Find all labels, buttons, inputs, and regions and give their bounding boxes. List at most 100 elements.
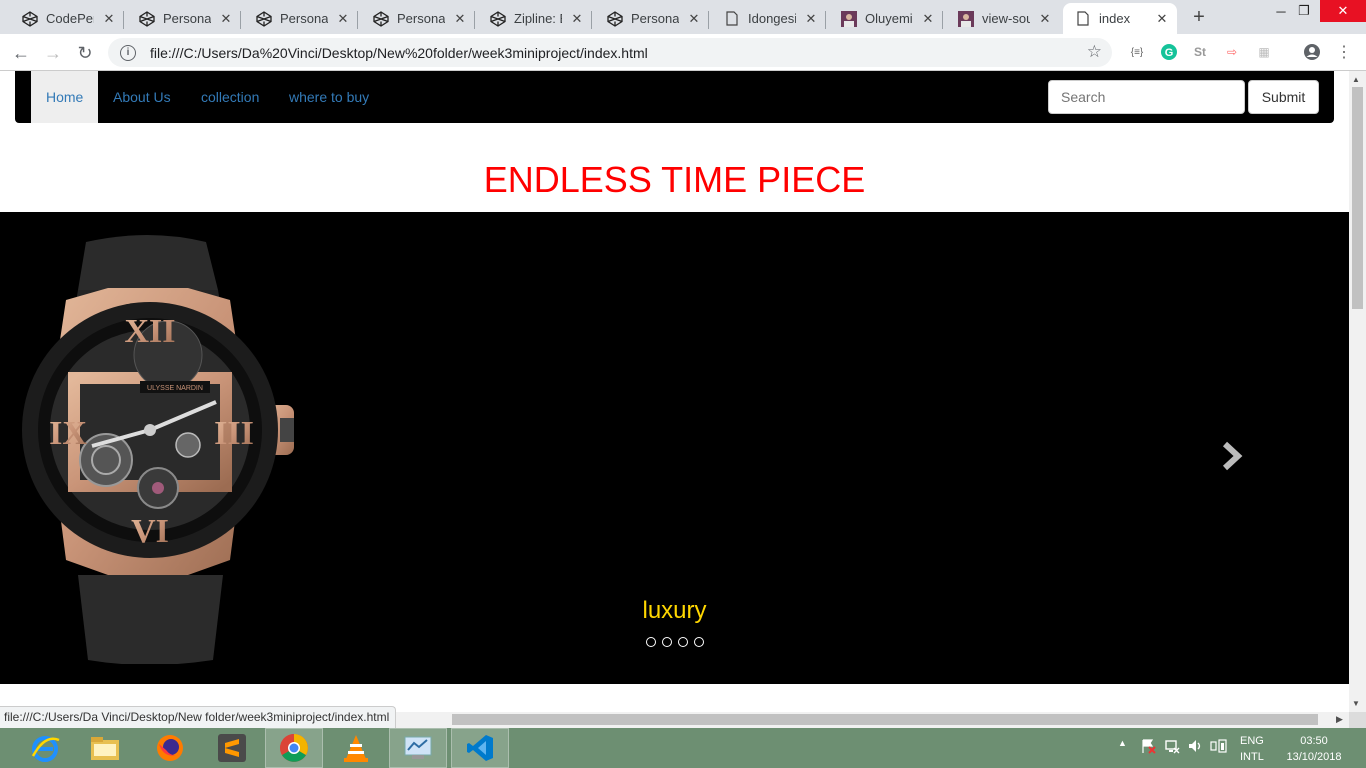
tab-codepen[interactable]: CodePen ✕	[10, 3, 124, 34]
system-clock[interactable]: 03:50 13/10/2018	[1282, 733, 1346, 765]
svg-text:IX: IX	[49, 415, 87, 452]
watch-brand: ULYSSE NARDIN	[147, 385, 203, 392]
tab-title: Personal P	[280, 11, 328, 26]
close-icon[interactable]: ✕	[1155, 11, 1169, 27]
scroll-corner	[1349, 712, 1366, 728]
nav-home[interactable]: Home	[31, 71, 99, 123]
tab-title: Personal P	[163, 11, 211, 26]
avatar-icon	[958, 10, 974, 27]
tab-title: Oluyemi -	[865, 11, 913, 26]
codepen-icon	[607, 10, 623, 27]
browser-toolbar: ← → ↻ i file:///C:/Users/Da%20Vinci/Desk…	[0, 34, 1366, 71]
show-hidden-icons[interactable]: ▲	[1118, 738, 1127, 748]
close-icon[interactable]: ✕	[102, 11, 116, 27]
close-icon[interactable]: ✕	[336, 11, 350, 27]
tab-oluyemi[interactable]: Oluyemi - ✕	[829, 3, 943, 34]
grammarly-icon[interactable]: G	[1159, 42, 1179, 62]
nav-where-to-buy[interactable]: where to buy	[274, 71, 384, 123]
page-viewport: Home About Us collection where to buy Su…	[0, 71, 1349, 712]
tab-view-source[interactable]: view-sour ✕	[946, 3, 1060, 34]
site-navbar: Home About Us collection where to buy Su…	[15, 71, 1334, 123]
indicator-dot-2[interactable]	[662, 637, 672, 647]
codepen-icon	[22, 10, 38, 27]
vertical-scrollbar[interactable]: ▲ ▼	[1349, 71, 1366, 712]
codepen-icon	[256, 10, 272, 27]
tab-personal-4[interactable]: Personal P ✕	[595, 3, 709, 34]
tab-idongesit[interactable]: Idongesit ✕	[712, 3, 826, 34]
carousel-indicators	[646, 637, 704, 647]
carousel: ULYSSE NARDIN XII VI IX III luxury	[0, 212, 1349, 684]
bookmark-star-icon[interactable]: ☆	[1087, 42, 1102, 62]
control-panel-icon[interactable]	[389, 728, 447, 768]
stylish-icon[interactable]: St	[1190, 42, 1210, 62]
tab-personal-2[interactable]: Personal P ✕	[244, 3, 358, 34]
indicator-dot-1[interactable]	[646, 637, 656, 647]
svg-text:III: III	[214, 415, 254, 452]
page-title: ENDLESS TIME PIECE	[483, 159, 866, 200]
tab-zipline[interactable]: Zipline: Bu ✕	[478, 3, 592, 34]
submit-button[interactable]: Submit	[1248, 80, 1319, 114]
firefox-icon[interactable]	[141, 728, 199, 768]
extension-icon[interactable]: ▦	[1254, 42, 1274, 62]
document-icon	[724, 11, 740, 27]
clock-time: 03:50	[1300, 735, 1328, 747]
vscode-icon[interactable]	[451, 728, 509, 768]
reload-button[interactable]: ↻	[72, 40, 98, 66]
status-bar-url: file:///C:/Users/Da Vinci/Desktop/New fo…	[0, 706, 397, 728]
close-icon[interactable]: ✕	[570, 11, 584, 27]
windows-taskbar: ▲ ENG INTL 03:50 13/10/2018	[0, 728, 1366, 768]
close-icon[interactable]: ✕	[453, 11, 467, 27]
clock-date: 13/10/2018	[1286, 751, 1342, 763]
nav-about-us[interactable]: About Us	[98, 71, 186, 123]
tab-personal-1[interactable]: Personal P ✕	[127, 3, 241, 34]
file-explorer-icon[interactable]	[76, 728, 134, 768]
chrome-icon[interactable]	[265, 728, 323, 768]
cast-extension-icon[interactable]: ⇨	[1222, 42, 1242, 62]
avatar-icon	[841, 10, 857, 27]
account-icon[interactable]	[1302, 42, 1322, 62]
codepen-icon	[139, 10, 155, 27]
volume-icon[interactable]	[1187, 738, 1203, 757]
language-indicator[interactable]: ENG INTL	[1240, 733, 1264, 765]
json-viewer-icon[interactable]: {≡}	[1127, 42, 1147, 62]
svg-text:XII: XII	[124, 313, 175, 350]
close-window-button[interactable]: ✕	[1320, 0, 1366, 22]
close-icon[interactable]: ✕	[1038, 11, 1052, 27]
search-input[interactable]	[1048, 80, 1245, 114]
close-icon[interactable]: ✕	[687, 11, 701, 27]
forward-button[interactable]: →	[40, 40, 66, 66]
tab-title: view-sour	[982, 11, 1030, 26]
nav-collection[interactable]: collection	[186, 71, 274, 123]
back-button[interactable]: ←	[8, 40, 34, 66]
new-tab-button[interactable]: +	[1188, 6, 1210, 29]
scroll-down-icon[interactable]: ▼	[1352, 699, 1360, 708]
battery-icon[interactable]	[1210, 738, 1228, 757]
address-bar[interactable]: i file:///C:/Users/Da%20Vinci/Desktop/Ne…	[108, 38, 1112, 67]
scroll-up-icon[interactable]: ▲	[1352, 75, 1360, 84]
info-icon[interactable]: i	[120, 44, 136, 61]
scrollbar-thumb[interactable]	[1352, 87, 1363, 309]
indicator-dot-3[interactable]	[678, 637, 688, 647]
internet-explorer-icon[interactable]	[16, 728, 74, 768]
scrollbar-thumb[interactable]	[452, 714, 1318, 725]
close-icon[interactable]: ✕	[921, 11, 935, 27]
address-url[interactable]: file:///C:/Users/Da%20Vinci/Desktop/New%…	[150, 45, 648, 61]
action-center-flag-icon[interactable]	[1140, 738, 1156, 757]
vlc-icon[interactable]	[327, 728, 385, 768]
menu-kebab-icon[interactable]: ⋮	[1334, 42, 1354, 62]
svg-text:G: G	[1165, 47, 1174, 59]
indicator-dot-4[interactable]	[694, 637, 704, 647]
keyboard-layout: INTL	[1240, 751, 1264, 763]
tab-title: Personal P	[631, 11, 679, 26]
tab-personal-3[interactable]: Personal P ✕	[361, 3, 475, 34]
tab-index-active[interactable]: index ✕	[1063, 3, 1177, 34]
tab-title: CodePen	[46, 11, 94, 26]
chevron-right-icon[interactable]	[1219, 441, 1245, 471]
tab-title: Idongesit	[748, 11, 796, 26]
close-icon[interactable]: ✕	[804, 11, 818, 27]
scroll-right-icon[interactable]: ▶	[1336, 714, 1343, 725]
codepen-icon	[373, 10, 389, 27]
sublime-text-icon[interactable]	[203, 728, 261, 768]
close-icon[interactable]: ✕	[219, 11, 233, 27]
network-icon[interactable]	[1164, 738, 1180, 757]
